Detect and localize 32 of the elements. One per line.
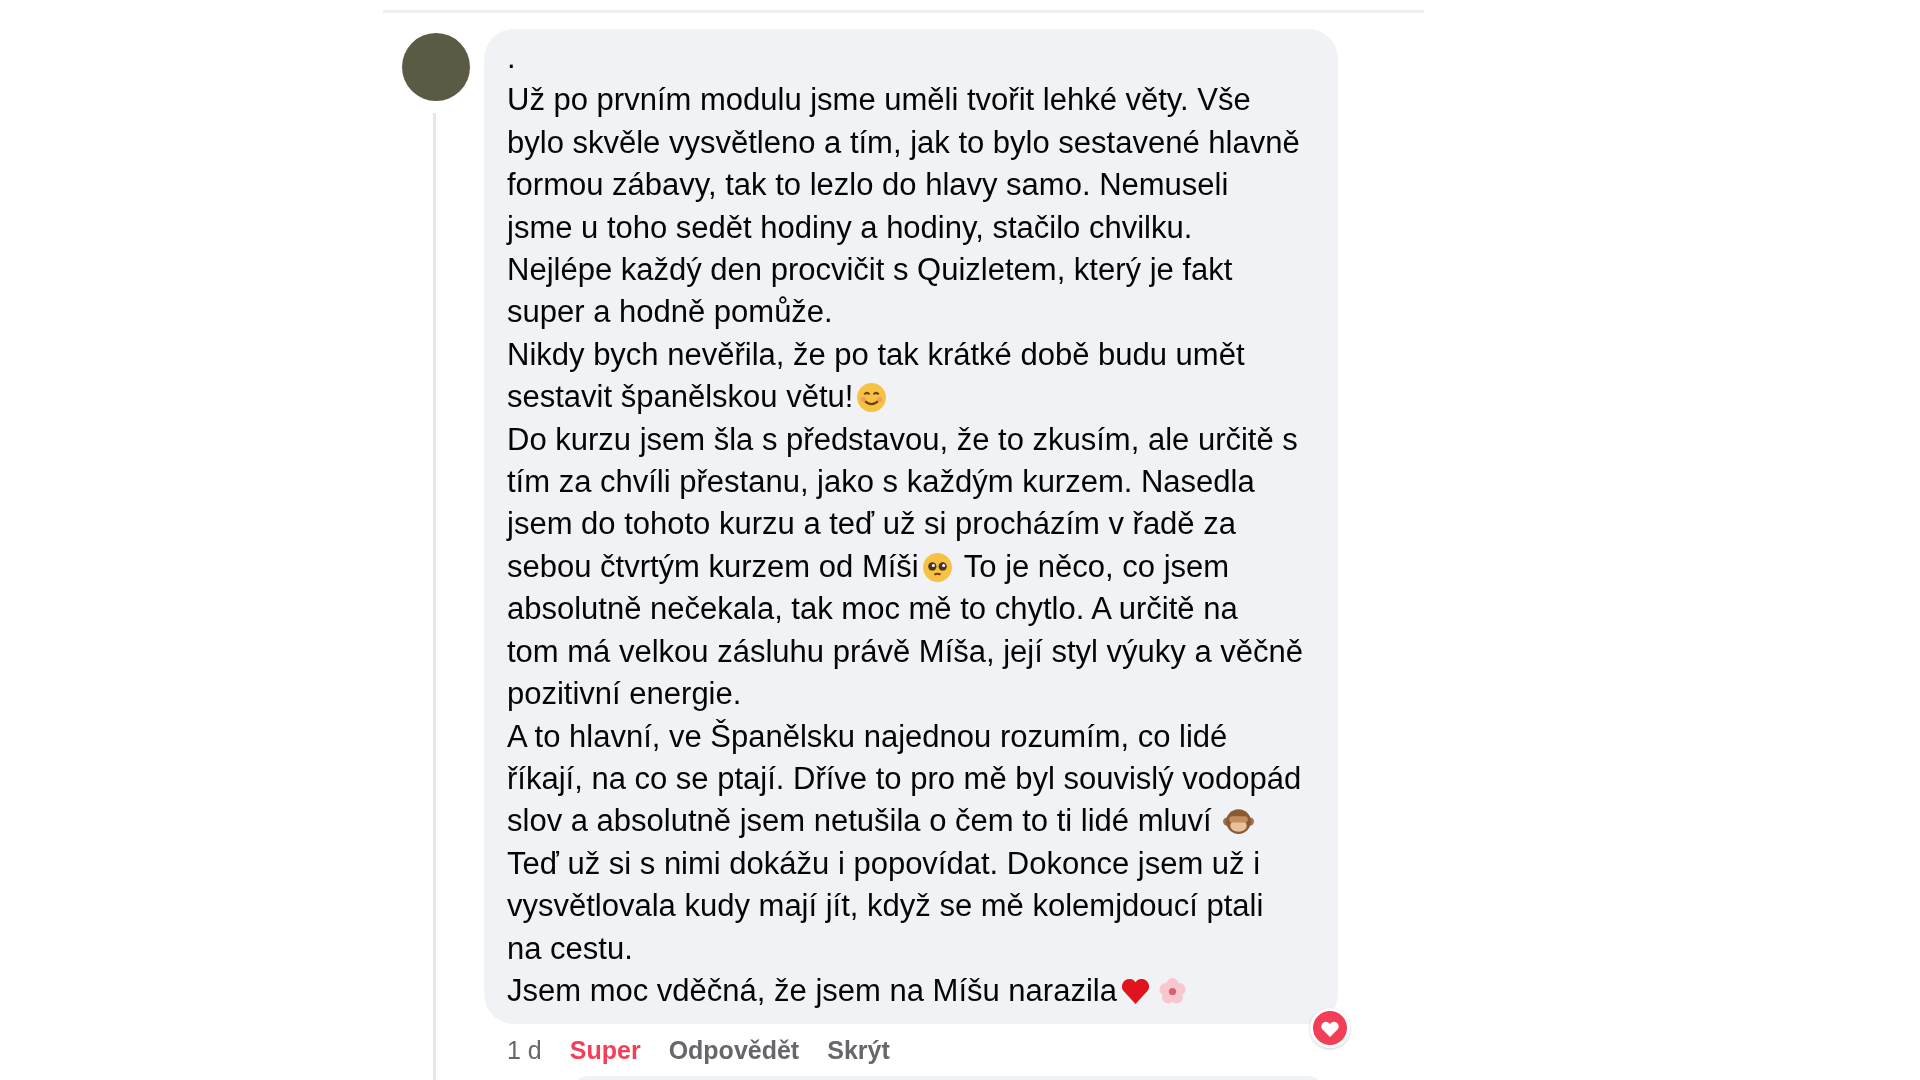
pleading-face-icon: [920, 550, 954, 584]
comment-text: sebou čtvrtým kurzem od Míši: [507, 547, 919, 586]
reaction-badge[interactable]: [1310, 1008, 1350, 1049]
comment-text: Nikdy bych nevěřila, že po tak krátké době budu umět: [507, 335, 1245, 374]
comment-action[interactable]: Odpovědět: [668, 1035, 800, 1065]
comment-text: To je něco, co jsem: [962, 547, 1230, 586]
comment-text: jsem do tohoto kurzu a teď už si procházím v řadě za: [507, 505, 1236, 544]
comment-text: jsme u toho sedět hodiny a hodiny, stačilo chvilku.: [507, 208, 1193, 247]
comment-text: vysvětlovala kudy mají jít, když se mě kolemjdoucí ptali: [507, 887, 1264, 926]
smiling-face-icon: [855, 380, 889, 414]
comment-action[interactable]: Skrýt: [827, 1035, 890, 1065]
comment-text: Jsem moc vděčná, že jsem na Míšu narazila: [507, 971, 1117, 1010]
comment-text: Nejlépe každý den procvičit s Quizletem, který je fakt: [507, 251, 1233, 290]
heart-reaction-icon: [1313, 1011, 1347, 1046]
comment-action[interactable]: Super: [569, 1035, 641, 1065]
comment-text: bylo skvěle vysvětleno a tím, jak to bylo sestavené hlavně: [507, 123, 1300, 162]
comment-text: formou zábavy, tak to lezlo do hlavy samo. Nemuseli: [507, 166, 1229, 205]
comment-text: slov a absolutně jsem netušila o čem to ti lidé mluví: [507, 802, 1213, 841]
comment-text: tím za chvíli přestanu, jako s každým kurzem. Nasedla: [507, 463, 1255, 502]
comment-text: Už po prvním modulu jsme uměli tvořit lehké věty. Vše: [507, 81, 1251, 120]
comment-text: Teď už si s nimi dokážu i popovídat. Dokonce jsem už i: [507, 844, 1261, 883]
comment-text: Do kurzu jsem šla s představou, že to zkusím, ale určitě s: [507, 420, 1298, 459]
comment-text: říkají, na co se ptají. Dříve to pro mě byl souvislý vodopád: [507, 759, 1302, 798]
comment-text: A to hlavní, ve Španělsku najednou rozumím, co lidé: [507, 717, 1228, 756]
comment-text: na cestu.: [507, 929, 633, 968]
comment-text: super a hodně pomůže.: [507, 293, 833, 332]
comment-text: pozitivní energie.: [507, 675, 742, 714]
comment-time[interactable]: 1 d: [507, 1035, 542, 1065]
comment-text: tom má velkou zásluhu právě Míša, její styl výuky a věčně: [507, 632, 1303, 671]
comment-text: .: [507, 39, 516, 77]
comment-text: sestavit španělskou větu!: [507, 378, 854, 417]
comment-text: absolutně nečekala, tak moc mě to chytlo. A určitě na: [507, 590, 1238, 629]
